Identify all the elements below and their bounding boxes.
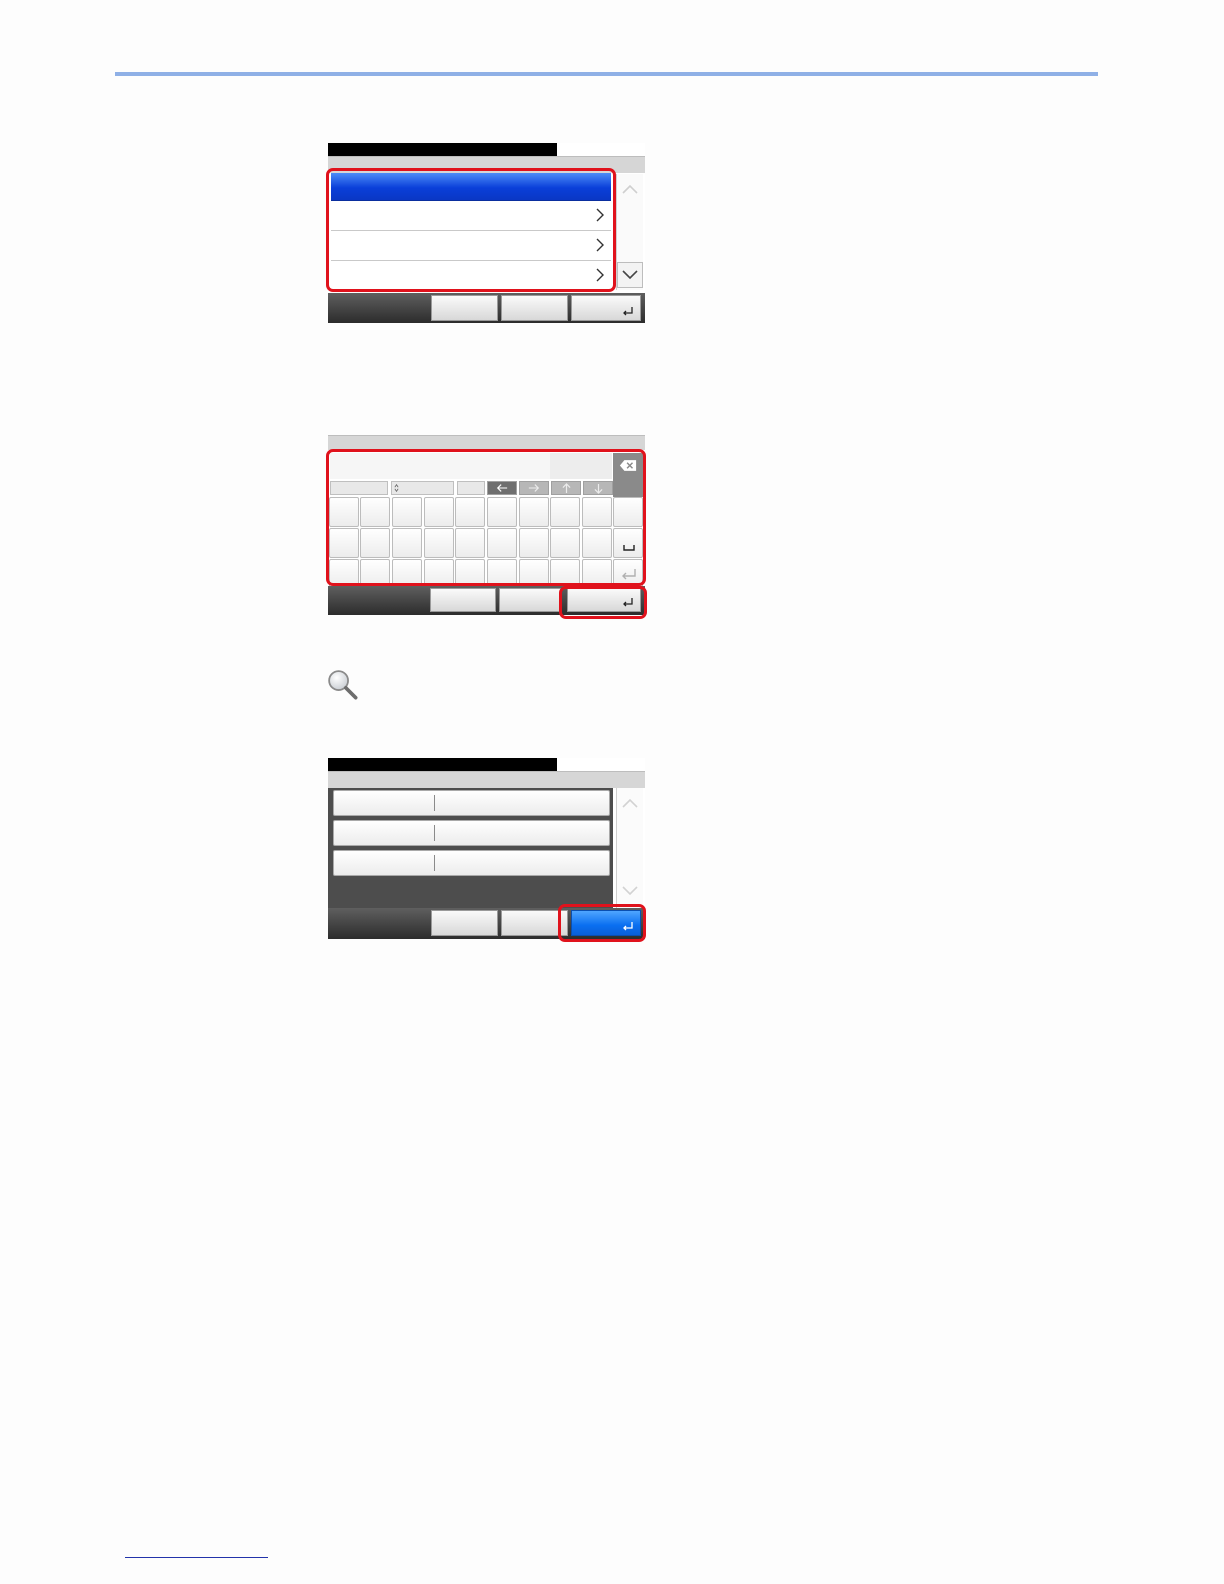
highlight-ok-button xyxy=(558,904,646,942)
screen-title-bar xyxy=(328,758,557,771)
screen-header-bar xyxy=(328,771,645,788)
row-separator xyxy=(434,855,435,871)
highlight-ok-button xyxy=(559,586,647,619)
screen-title-bar xyxy=(328,143,557,156)
screen-keyboard xyxy=(326,435,647,619)
screen-list-selection xyxy=(326,143,645,323)
row-separator xyxy=(434,795,435,811)
screen-footer xyxy=(328,293,645,323)
footer-button-1[interactable] xyxy=(431,910,498,936)
footer-button-2[interactable] xyxy=(501,295,568,321)
magnifier-icon xyxy=(328,670,358,700)
scroll-down-icon[interactable] xyxy=(617,262,643,288)
info-row xyxy=(333,790,610,816)
screen-header-bar xyxy=(328,435,645,450)
footer-button-2[interactable] xyxy=(499,588,562,612)
confirm-scrollbar[interactable] xyxy=(616,788,643,908)
header-rule xyxy=(115,72,1098,76)
info-row xyxy=(333,850,610,876)
highlight-list xyxy=(326,168,616,292)
scroll-down-icon[interactable] xyxy=(617,878,643,904)
list-scrollbar[interactable] xyxy=(616,174,643,290)
ok-button[interactable] xyxy=(571,295,641,321)
row-separator xyxy=(434,825,435,841)
confirm-list-area xyxy=(328,788,613,908)
scroll-up-icon[interactable] xyxy=(617,176,643,202)
enter-icon xyxy=(623,307,633,316)
screen-confirmation xyxy=(328,758,646,942)
footer-button-1[interactable] xyxy=(431,295,498,321)
footer-button-1[interactable] xyxy=(430,588,496,612)
info-row xyxy=(333,820,610,846)
highlight-keyboard xyxy=(326,449,646,586)
footer-link-underline xyxy=(125,1557,268,1558)
scroll-up-icon[interactable] xyxy=(617,790,643,816)
